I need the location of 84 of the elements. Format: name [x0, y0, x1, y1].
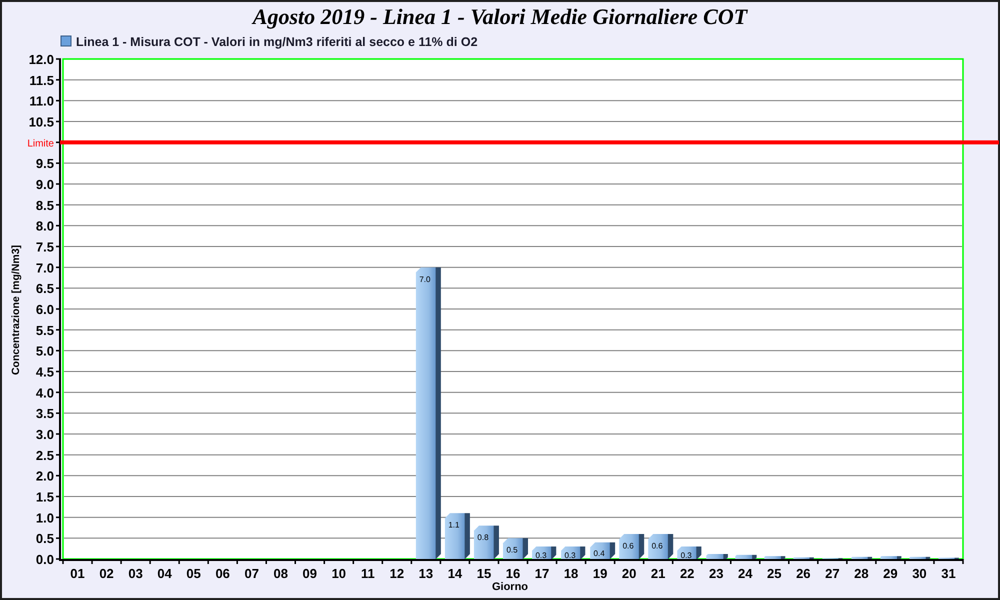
category-label: 11: [360, 566, 375, 581]
bar: [619, 534, 644, 559]
tick-label: 4.5: [36, 364, 54, 380]
category-label: 28: [854, 566, 869, 581]
bar: [474, 526, 499, 559]
category-label: 30: [912, 566, 927, 581]
bar: [851, 556, 872, 559]
y-axis-title: Concentrazione [mg/Nm3]: [10, 244, 22, 376]
category-label: 29: [883, 566, 898, 581]
bar: [677, 546, 702, 559]
category-label: 26: [796, 566, 811, 581]
bar: [735, 554, 757, 559]
bar: [503, 538, 528, 559]
tick-label: 1.0: [36, 510, 54, 526]
tick-label: 8.0: [36, 218, 54, 234]
tick-label: 9.5: [36, 156, 54, 172]
value-label: 0.8: [477, 533, 489, 542]
value-label: 7.0: [419, 274, 430, 284]
category-label: 08: [274, 566, 288, 581]
category-label: 14: [448, 566, 462, 581]
category-label: 15: [476, 566, 492, 581]
tick-label: 5.0: [36, 344, 54, 359]
category-label: 09: [302, 566, 317, 581]
legend-label: Linea 1 - Misura COT - Valori in mg/Nm3 riferiti al secco e 11% di O2: [76, 35, 478, 49]
bar: [706, 554, 728, 559]
tick-label: 2.5: [36, 448, 54, 463]
value-label: 0.3: [680, 550, 692, 560]
tick-label: 10.5: [28, 114, 54, 130]
tick-label: 11.5: [29, 72, 54, 88]
value-label: 0.5: [506, 546, 518, 555]
category-label: 23: [709, 566, 724, 581]
bar: [444, 513, 470, 559]
value-label: 0.3: [535, 550, 547, 560]
value-label: 0.3: [564, 550, 576, 560]
value-label: 0.6: [622, 542, 634, 550]
category-label: 20: [622, 566, 636, 581]
tick-label: 7.5: [36, 240, 54, 254]
category-label: 24: [738, 566, 752, 581]
category-label: 03: [128, 566, 143, 581]
category-label: 13: [418, 566, 434, 581]
category-label: 19: [592, 566, 608, 581]
category-label: 06: [215, 566, 230, 581]
category-label: 22: [680, 566, 694, 581]
value-label: 0.6: [652, 542, 663, 550]
bar: [909, 556, 930, 559]
category-label: 17: [534, 566, 550, 581]
tick-label: 1.5: [36, 490, 54, 504]
tick-label: 3.5: [36, 406, 54, 422]
chart-title: Agosto 2019 - Linea 1 - Valori Medie Giornaliere COT: [252, 4, 748, 29]
tick-label: 8.5: [36, 198, 54, 213]
x-axis-title: Giorno: [492, 581, 528, 593]
category-label: 16: [506, 566, 520, 581]
category-label: 25: [767, 566, 782, 581]
bar: [648, 534, 674, 559]
category-label: 01: [70, 566, 85, 581]
tick-label: 0.0: [36, 552, 54, 567]
tick-label: 5.5: [36, 322, 54, 338]
bar: [561, 546, 586, 559]
tick-label: 9.0: [36, 177, 54, 192]
category-label: 21: [650, 566, 666, 581]
tick-label: 2.0: [36, 468, 54, 484]
category-label: 04: [157, 566, 172, 581]
tick-label: 4.0: [36, 385, 54, 400]
tick-label: 0.5: [36, 531, 54, 546]
value-label: 1.1: [448, 520, 460, 530]
category-label: 07: [244, 566, 259, 581]
limit-label: Limite: [27, 138, 54, 150]
value-label: 0.4: [594, 549, 605, 558]
category-label: 05: [186, 566, 201, 581]
category-label: 18: [564, 566, 578, 581]
tick-label: 6.0: [36, 302, 54, 317]
tick-label: 12.0: [28, 52, 54, 67]
bar: [532, 546, 556, 559]
category-label: 31: [941, 566, 956, 581]
bar: [880, 556, 902, 559]
tick-label: 3.0: [36, 427, 54, 442]
tick-label: 6.5: [36, 281, 54, 296]
category-label: 02: [99, 566, 114, 581]
category-label: 27: [825, 566, 840, 581]
category-label: 10: [332, 566, 346, 581]
category-label: 12: [390, 566, 404, 581]
tick-label: 7.0: [36, 260, 54, 276]
bar: [764, 556, 786, 559]
tick-label: 11.0: [29, 94, 54, 109]
